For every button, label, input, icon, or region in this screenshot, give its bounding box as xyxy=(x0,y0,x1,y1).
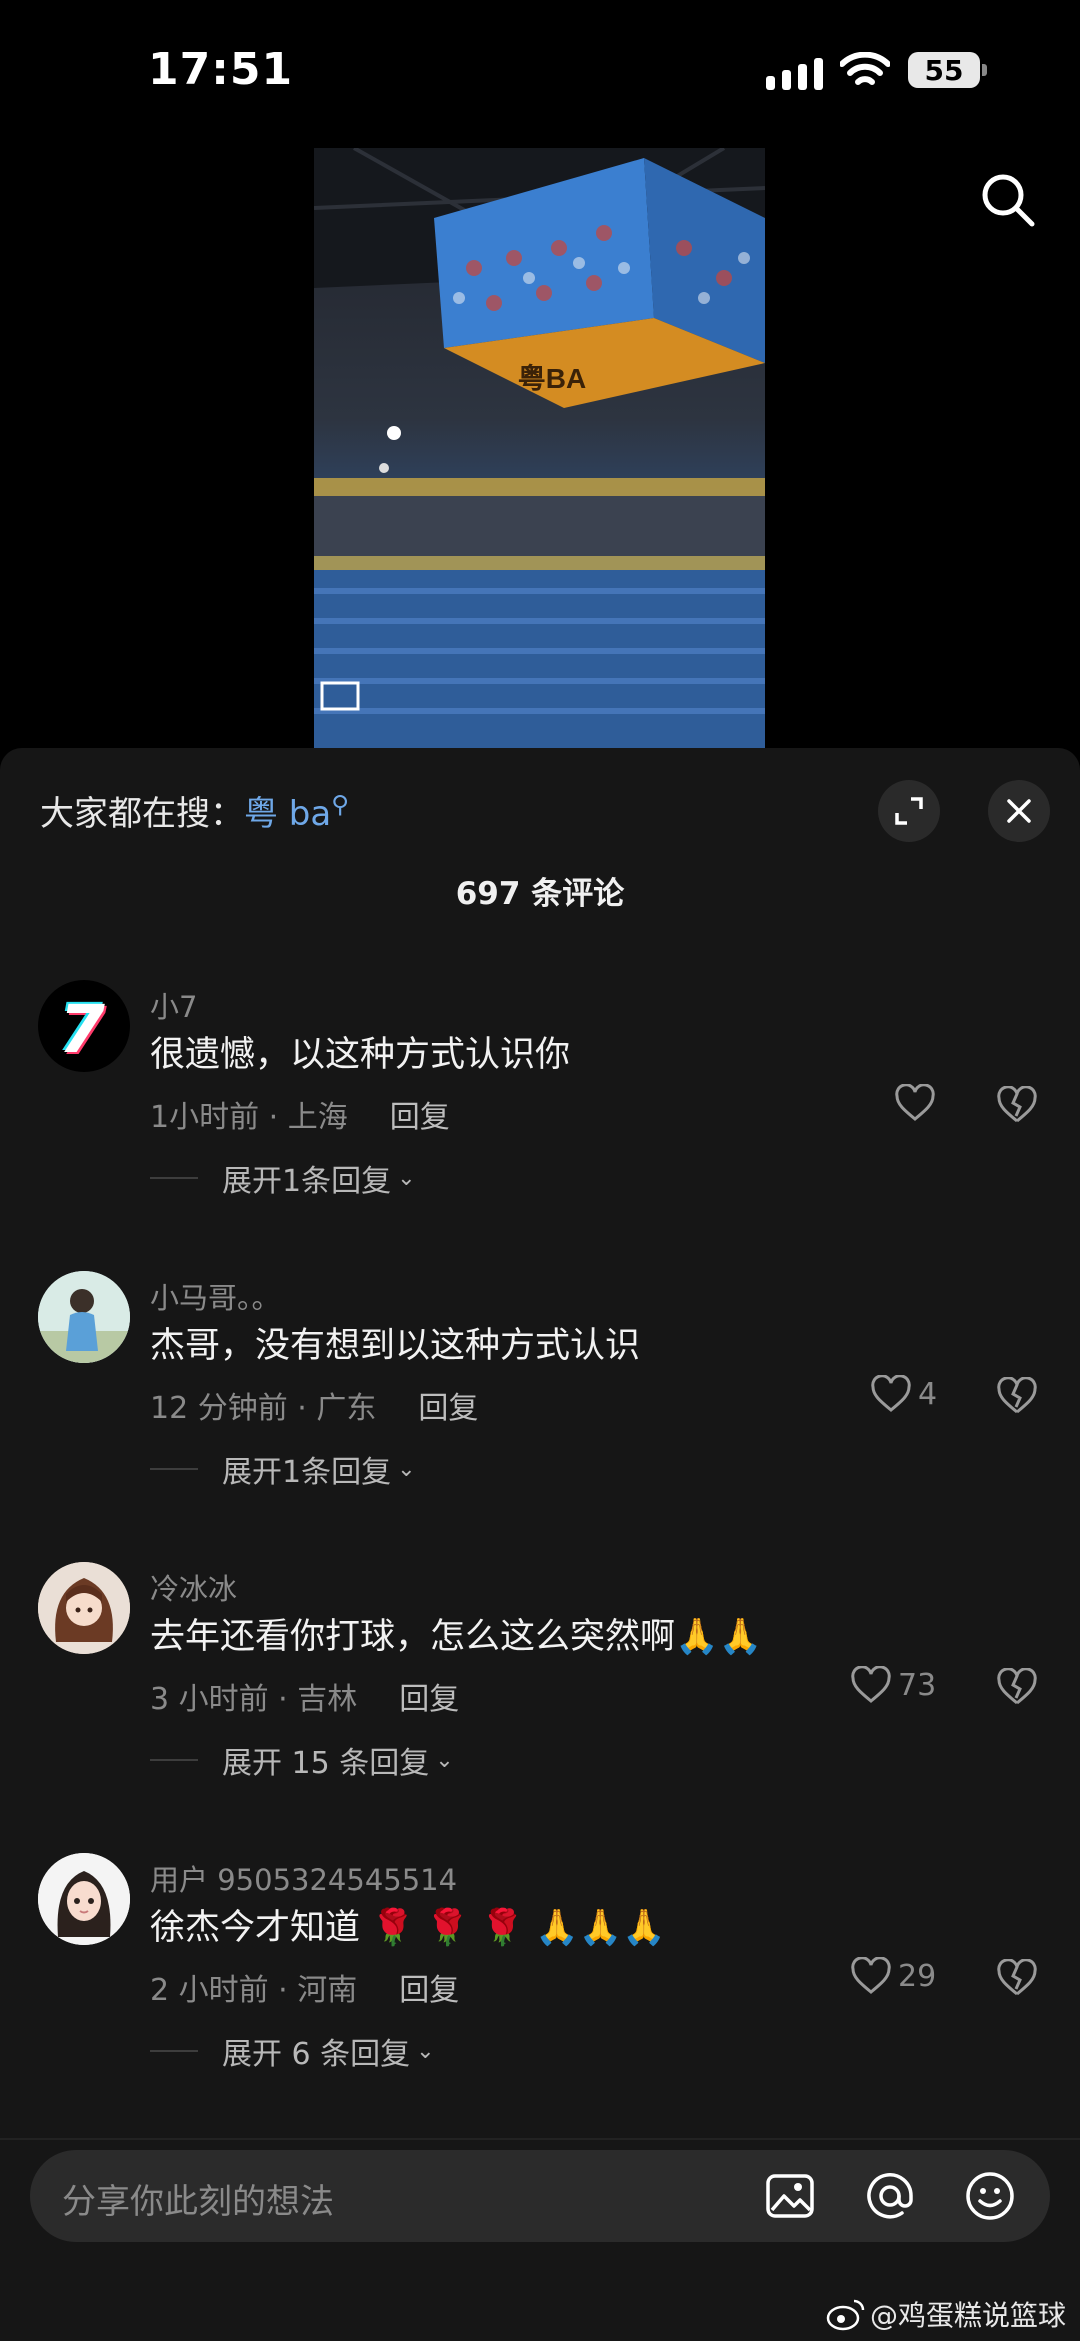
expand-replies[interactable]: 展开1条回复 ⌄ xyxy=(150,1156,416,1200)
divider-line xyxy=(150,1468,198,1470)
battery-indicator: 55 xyxy=(908,52,980,88)
chevron-down-icon: ⌄ xyxy=(416,2038,435,2064)
heart-icon xyxy=(895,1084,935,1121)
comment-username[interactable]: 冷冰冰 xyxy=(150,1566,237,1608)
expand-replies[interactable]: 展开1条回复 ⌄ xyxy=(150,1447,416,1491)
comment-input[interactable]: 分享你此刻的想法 xyxy=(30,2150,1050,2242)
comment-input-placeholder: 分享你此刻的想法 xyxy=(62,2182,334,2222)
trending-keyword[interactable]: 粤 ba xyxy=(244,794,331,834)
comment-text: 徐杰今才知道 🌹 🌹 🌹 🙏🙏🙏 xyxy=(150,1908,666,1948)
emoji-icon[interactable] xyxy=(964,2170,1016,2222)
like-count: 29 xyxy=(898,1958,937,1994)
trending-search[interactable]: 大家都在搜：粤 ba⚲ xyxy=(40,786,349,835)
comment-username[interactable]: 小7 xyxy=(150,984,197,1026)
chevron-down-icon: ⌄ xyxy=(397,1456,416,1482)
expand-icon xyxy=(895,797,923,825)
comment-text: 杰哥，没有想到以这种方式认识 xyxy=(150,1326,641,1366)
comment-item: 用户 9505324545514 徐杰今才知道 🌹 🌹 🌹 🙏🙏🙏 2 小时前 … xyxy=(0,1853,1080,2143)
comment-item: 7 7 7 小7 很遗憾，以这种方式认识你 1小时前 · 上海 回复 展开1条回复… xyxy=(0,980,1080,1270)
heart-icon xyxy=(871,1375,911,1412)
expand-replies-label: 展开 15 条回复 xyxy=(222,1746,430,1781)
small-search-icon: ⚲ xyxy=(331,790,349,819)
reply-button[interactable]: 回复 xyxy=(399,1682,459,1717)
close-icon xyxy=(1007,799,1031,823)
expand-button[interactable] xyxy=(878,780,940,842)
status-bar: 17:51 55 xyxy=(0,0,1080,150)
comment-time-location: 3 小时前 · 吉林 xyxy=(150,1682,358,1717)
expand-replies[interactable]: 展开 6 条回复 ⌄ xyxy=(150,2029,435,2073)
battery-tip xyxy=(982,64,987,76)
like-button[interactable]: 73 xyxy=(850,1666,936,1704)
expand-replies-label: 展开1条回复 xyxy=(222,1164,392,1199)
arena-scene-image: 粤BA xyxy=(314,148,765,748)
expand-replies-label: 展开1条回复 xyxy=(222,1455,392,1490)
divider-line xyxy=(150,1759,198,1761)
comment-text: 很遗憾，以这种方式认识你 xyxy=(150,1035,571,1075)
broken-heart-icon[interactable] xyxy=(996,1668,1038,1706)
at-mention-icon[interactable] xyxy=(864,2170,916,2222)
comment-text: 去年还看你打球，怎么这么突然啊🙏🙏 xyxy=(150,1617,763,1657)
comment-sheet: 大家都在搜：粤 ba⚲ 697 条评论 7 7 7 小7 很遗憾，以这种方式认识… xyxy=(0,748,1080,2341)
trending-prefix: 大家都在搜： xyxy=(40,794,244,834)
like-count: 73 xyxy=(898,1667,937,1703)
expand-replies[interactable]: 展开 15 条回复 ⌄ xyxy=(150,1738,454,1782)
avatar[interactable] xyxy=(38,1562,130,1654)
reply-button[interactable]: 回复 xyxy=(399,1973,459,2008)
avatar[interactable] xyxy=(38,1271,130,1363)
search-icon[interactable] xyxy=(978,170,1038,230)
wifi-icon xyxy=(840,52,890,85)
comment-time-location: 2 小时前 · 河南 xyxy=(150,1973,358,2008)
divider-line xyxy=(150,2050,198,2052)
like-button[interactable]: 4 xyxy=(870,1375,937,1413)
cellular-signal-icon xyxy=(766,58,823,90)
status-time: 17:51 xyxy=(148,44,294,95)
svg-text:7: 7 xyxy=(59,991,105,1068)
broken-heart-icon[interactable] xyxy=(996,1086,1038,1124)
comment-meta: 12 分钟前 · 广东 回复 xyxy=(150,1383,478,1427)
comment-meta: 3 小时前 · 吉林 回复 xyxy=(150,1674,459,1718)
comment-meta: 1小时前 · 上海 回复 xyxy=(150,1092,450,1136)
like-button[interactable]: 29 xyxy=(850,1957,936,1995)
divider-line xyxy=(150,1177,198,1179)
reply-button[interactable]: 回复 xyxy=(390,1100,450,1135)
broken-heart-icon[interactable] xyxy=(996,1377,1038,1415)
watermark: @鸡蛋糕说篮球 xyxy=(826,2294,1066,2334)
broken-heart-icon[interactable] xyxy=(996,1959,1038,1997)
comment-meta: 2 小时前 · 河南 回复 xyxy=(150,1965,459,2009)
heart-icon xyxy=(851,1957,891,1994)
image-icon[interactable] xyxy=(764,2170,816,2222)
comment-count: 697 条评论 xyxy=(455,876,625,912)
avatar[interactable] xyxy=(38,1853,130,1945)
chevron-down-icon: ⌄ xyxy=(435,1747,454,1773)
comment-username[interactable]: 小马哥。。 xyxy=(150,1275,281,1317)
heart-icon xyxy=(851,1666,891,1703)
comment-item: 小马哥。。 杰哥，没有想到以这种方式认识 12 分钟前 · 广东 回复 4 展开1… xyxy=(0,1271,1080,1561)
comment-time-location: 12 分钟前 · 广东 xyxy=(150,1391,377,1426)
expand-replies-label: 展开 6 条回复 xyxy=(222,2037,411,2072)
comment-item: 冷冰冰 去年还看你打球，怎么这么突然啊🙏🙏 3 小时前 · 吉林 回复 73 展开… xyxy=(0,1562,1080,1852)
weibo-logo-icon xyxy=(826,2299,865,2331)
comment-username[interactable]: 用户 9505324545514 xyxy=(150,1857,457,1899)
reply-button[interactable]: 回复 xyxy=(418,1391,478,1426)
close-button[interactable] xyxy=(988,780,1050,842)
comment-time-location: 1小时前 · 上海 xyxy=(150,1100,348,1135)
video-player[interactable]: 粤BA xyxy=(314,148,765,748)
like-button[interactable] xyxy=(894,1084,942,1122)
jumbotron-banner-text: 粤BA xyxy=(518,362,586,394)
watermark-text: @鸡蛋糕说篮球 xyxy=(870,2299,1067,2332)
input-divider xyxy=(0,2138,1080,2140)
avatar[interactable]: 7 7 7 xyxy=(38,980,130,1072)
like-count: 4 xyxy=(918,1376,938,1412)
chevron-down-icon: ⌄ xyxy=(397,1165,416,1191)
